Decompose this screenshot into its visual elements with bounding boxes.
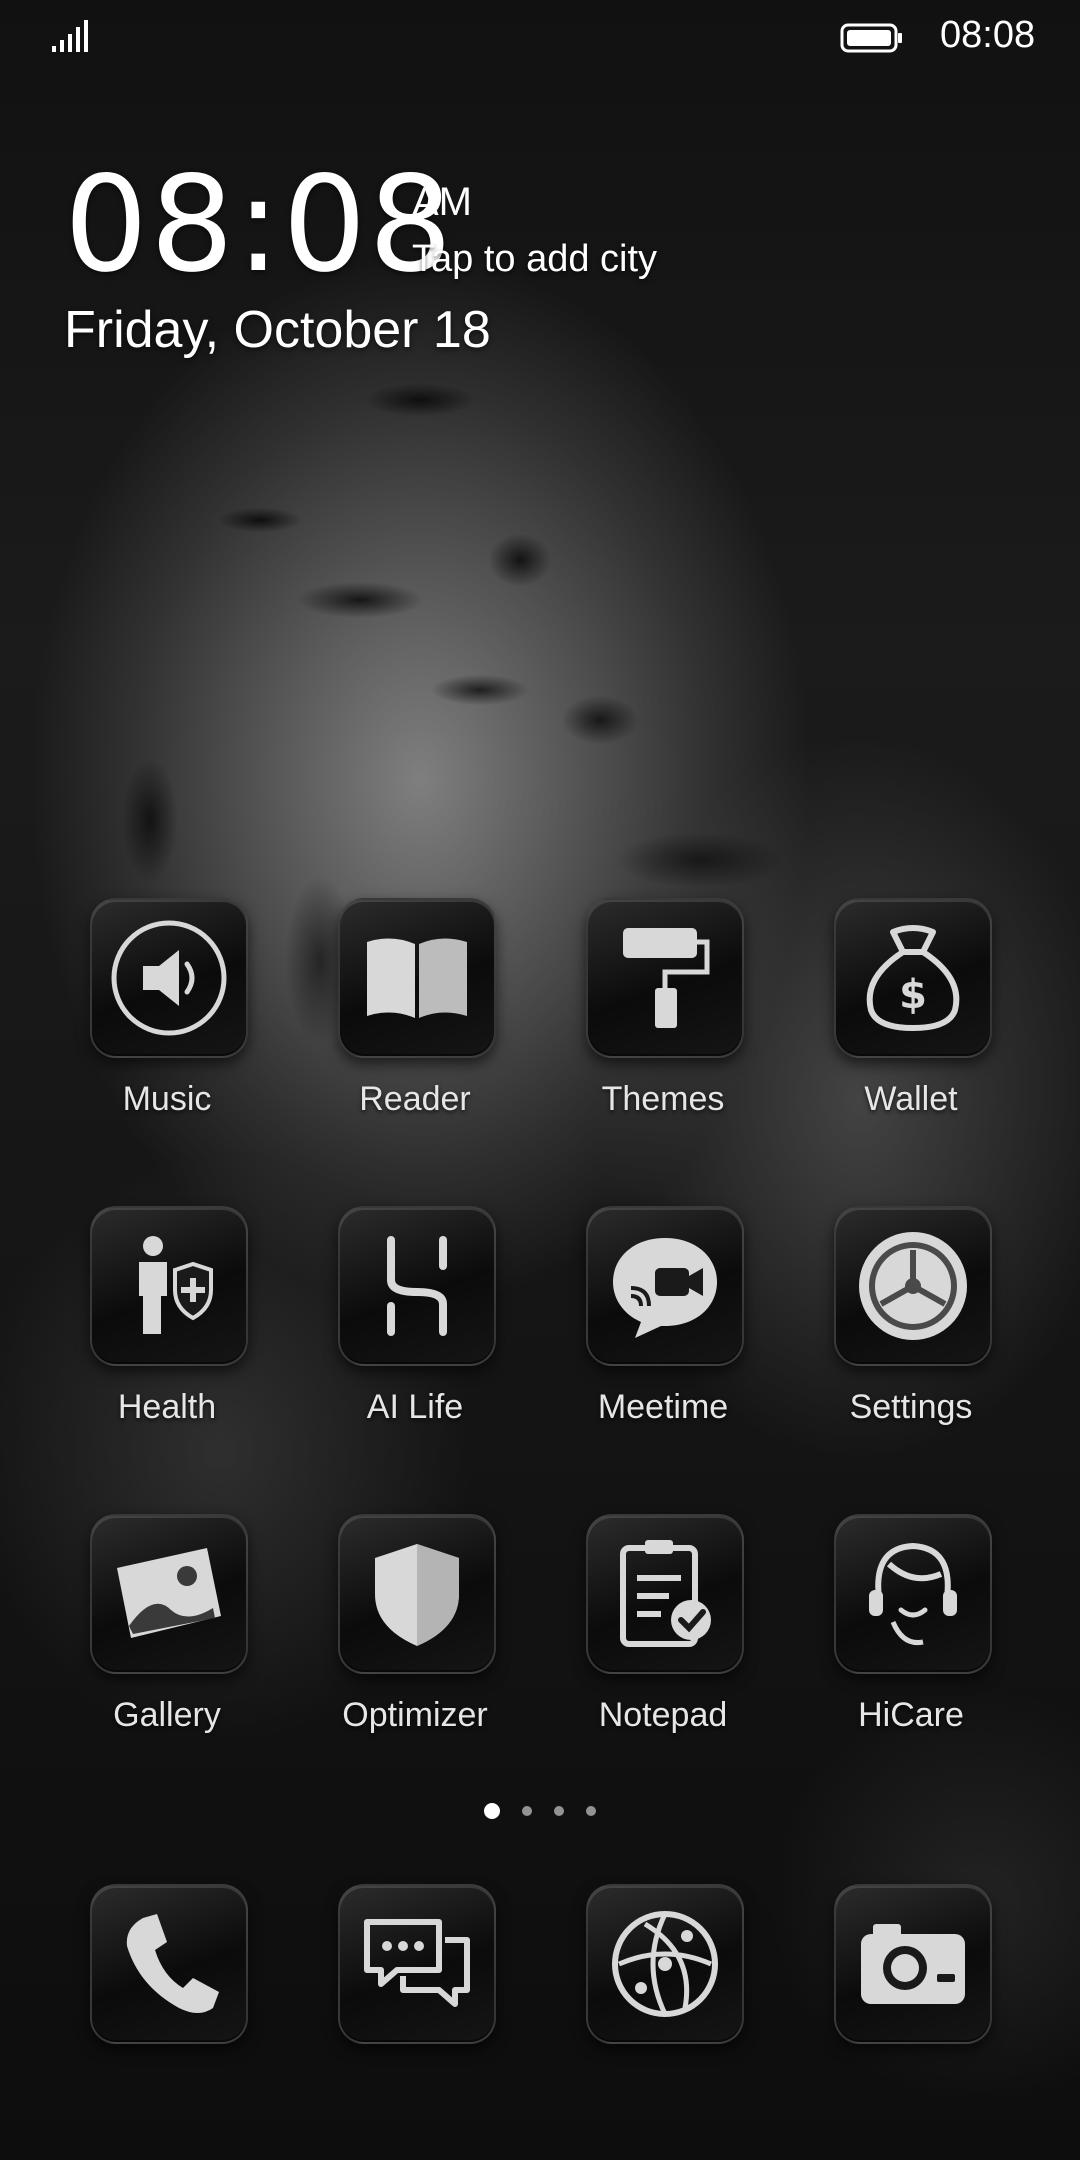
notepad-icon [620, 1540, 711, 1647]
app-reader[interactable]: Reader [294, 898, 514, 1148]
app-label: Themes [601, 1080, 725, 1118]
clock-ampm: AM [412, 180, 472, 224]
photo-icon [117, 1548, 221, 1638]
page-dot-1[interactable] [484, 1803, 500, 1819]
dock-phone[interactable] [46, 1884, 266, 2134]
svg-text:$: $ [899, 972, 927, 1018]
clock-widget[interactable]: 08:08 AM Tap to add city Friday, October… [64, 150, 964, 380]
app-tile[interactable] [586, 1884, 744, 2044]
app-tile[interactable]: $ [834, 898, 992, 1058]
app-music[interactable]: Music [46, 898, 266, 1148]
clock-time[interactable]: 08:08 [64, 150, 454, 300]
add-city-link[interactable]: Tap to add city [412, 238, 657, 281]
page-dot-2[interactable] [522, 1806, 532, 1816]
app-tile[interactable] [338, 898, 496, 1058]
app-optimizer[interactable]: Optimizer [294, 1514, 514, 1764]
signal-bars-icon [52, 20, 88, 52]
shield-icon [375, 1544, 459, 1646]
money-bag-icon: $ [866, 925, 960, 1031]
dock-browser[interactable] [542, 1884, 762, 2134]
app-label: Notepad [598, 1696, 728, 1734]
gear-icon [859, 1232, 967, 1340]
paint-roller-icon [623, 928, 710, 1028]
page-dot-3[interactable] [554, 1806, 564, 1816]
app-gallery[interactable]: Gallery [46, 1514, 266, 1764]
app-ai-life[interactable]: AI Life [294, 1206, 514, 1456]
video-chat-icon [613, 1238, 717, 1338]
app-label: Health [117, 1388, 217, 1426]
browser-icon [612, 1911, 718, 2017]
dock-camera[interactable] [790, 1884, 1010, 2134]
page-dot-4[interactable] [586, 1806, 596, 1816]
clock-date[interactable]: Friday, October 18 [64, 300, 491, 360]
app-label: Optimizer [342, 1696, 488, 1734]
app-tile[interactable] [338, 1206, 496, 1366]
app-tile[interactable] [834, 1514, 992, 1674]
app-label: Settings [849, 1388, 973, 1426]
dock-messages[interactable] [294, 1884, 514, 2134]
app-label: HiCare [858, 1696, 964, 1734]
ai-life-icon [387, 1236, 447, 1336]
app-label: Music [122, 1080, 212, 1118]
book-icon [367, 938, 467, 1018]
battery-icon [840, 23, 902, 53]
app-tile[interactable] [586, 1514, 744, 1674]
app-tile[interactable] [834, 1206, 992, 1366]
app-themes[interactable]: Themes [542, 898, 762, 1148]
app-tile[interactable] [90, 898, 248, 1058]
camera-icon [861, 1924, 965, 2004]
phone-icon [126, 1914, 219, 2013]
app-tile[interactable] [338, 1884, 496, 2044]
page-indicator[interactable] [480, 1800, 600, 1824]
app-label: AI Life [366, 1388, 464, 1426]
app-wallet[interactable]: $ Wallet [790, 898, 1010, 1148]
app-tile[interactable] [586, 898, 744, 1058]
app-tile[interactable] [90, 1206, 248, 1366]
app-tile[interactable] [90, 1884, 248, 2044]
app-tile[interactable] [834, 1884, 992, 2044]
app-label: Meetime [597, 1388, 729, 1426]
status-time: 08:08 [940, 14, 1036, 56]
app-tile[interactable] [338, 1514, 496, 1674]
app-hicare[interactable]: HiCare [790, 1514, 1010, 1764]
app-label: Wallet [864, 1080, 958, 1118]
messages-icon [364, 1919, 470, 2007]
app-label: Gallery [113, 1696, 221, 1734]
app-meetime[interactable]: Meetime [542, 1206, 762, 1456]
app-notepad[interactable]: Notepad [542, 1514, 762, 1764]
headset-icon [869, 1542, 957, 1646]
app-health[interactable]: Health [46, 1206, 266, 1456]
health-person-icon [139, 1236, 213, 1334]
app-tile[interactable] [586, 1206, 744, 1366]
status-bar: 08:08 [0, 0, 1080, 80]
app-settings[interactable]: Settings [790, 1206, 1010, 1456]
app-label: Reader [359, 1080, 471, 1118]
speaker-icon [111, 920, 227, 1036]
app-tile[interactable] [90, 1514, 248, 1674]
